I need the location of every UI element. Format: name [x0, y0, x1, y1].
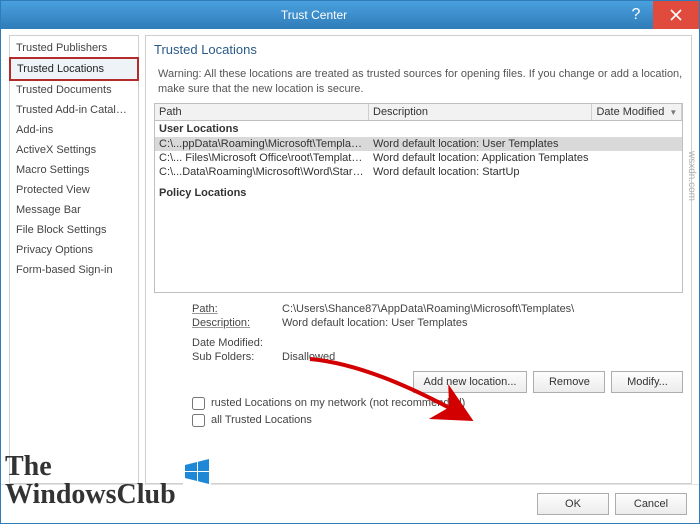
help-button[interactable]: ? [619, 4, 653, 26]
sidebar-item-form-based-signin[interactable]: Form-based Sign-in [10, 260, 138, 280]
detail-sub-value: Disallowed [282, 351, 335, 363]
watermark-line2: WindowsClub [5, 481, 176, 509]
windowsclub-logo-icon [183, 457, 211, 485]
cell-path: C:\...Data\Roaming\Microsoft\Word\Startu… [155, 165, 369, 179]
cell-date [592, 151, 682, 165]
titlebar: Trust Center ? [1, 1, 699, 29]
sidebar-item-message-bar[interactable]: Message Bar [10, 200, 138, 220]
cell-date [592, 165, 682, 179]
detail-desc-label: Description: [192, 317, 282, 329]
column-description[interactable]: Description [369, 104, 592, 120]
cell-path: C:\...ppData\Roaming\Microsoft\Templates… [155, 137, 369, 151]
cell-desc: Word default location: Application Templ… [369, 151, 592, 165]
sidebar: Trusted Publishers Trusted Locations Tru… [9, 35, 139, 484]
network-checkbox-row: rusted Locations on my network (not reco… [154, 397, 683, 410]
dialog-body: Trusted Publishers Trusted Locations Tru… [1, 29, 699, 484]
sidebar-item-privacy-options[interactable]: Privacy Options [10, 240, 138, 260]
watermark: The WindowsClub [3, 449, 178, 513]
cell-date [592, 137, 682, 151]
sidebar-item-trusted-locations[interactable]: Trusted Locations [9, 57, 139, 81]
cancel-button[interactable]: Cancel [615, 493, 687, 515]
sidebar-item-trusted-publishers[interactable]: Trusted Publishers [10, 38, 138, 58]
detail-date-label: Date Modified: [192, 337, 282, 349]
detail-path-value: C:\Users\Shance87\AppData\Roaming\Micros… [282, 303, 574, 315]
table-header: Path Description Date Modified ▼ [155, 104, 682, 121]
detail-sub-label: Sub Folders: [192, 351, 282, 363]
table-row[interactable]: C:\...ppData\Roaming\Microsoft\Templates… [155, 137, 682, 151]
sidebar-item-protected-view[interactable]: Protected View [10, 180, 138, 200]
detail-desc-value: Word default location: User Templates [282, 317, 467, 329]
add-new-location-button[interactable]: Add new location... [413, 371, 528, 393]
table-body: User Locations C:\...ppData\Roaming\Micr… [155, 121, 682, 292]
warning-text: Warning: All these locations are treated… [158, 67, 683, 97]
source-label: wsxdn.com [686, 151, 697, 201]
column-path[interactable]: Path [155, 104, 369, 120]
disable-all-label: all Trusted Locations [211, 414, 312, 426]
modify-button[interactable]: Modify... [611, 371, 683, 393]
trust-center-window: Trust Center ? Trusted Publishers Truste… [0, 0, 700, 524]
watermark-line1: The [5, 453, 176, 481]
disable-checkbox-row: all Trusted Locations [154, 414, 683, 427]
close-button[interactable] [653, 1, 699, 29]
locations-table: Path Description Date Modified ▼ User Lo… [154, 103, 683, 293]
sidebar-item-trusted-documents[interactable]: Trusted Documents [10, 80, 138, 100]
window-title: Trust Center [9, 8, 619, 22]
action-row: Add new location... Remove Modify... [154, 371, 683, 393]
table-row[interactable]: C:\... Files\Microsoft Office\root\Templ… [155, 151, 682, 165]
details-panel: Path: C:\Users\Shance87\AppData\Roaming\… [154, 303, 683, 365]
detail-path-label: Path: [192, 303, 282, 315]
cell-path: C:\... Files\Microsoft Office\root\Templ… [155, 151, 369, 165]
group-user-locations: User Locations [155, 121, 682, 137]
table-row[interactable]: C:\...Data\Roaming\Microsoft\Word\Startu… [155, 165, 682, 179]
cell-desc: Word default location: StartUp [369, 165, 592, 179]
sidebar-item-activex-settings[interactable]: ActiveX Settings [10, 140, 138, 160]
content-heading: Trusted Locations [154, 42, 683, 57]
sidebar-item-trusted-addin-catalogs[interactable]: Trusted Add-in Catalogs [10, 100, 138, 120]
cell-desc: Word default location: User Templates [369, 137, 592, 151]
close-icon [670, 9, 682, 21]
sort-down-icon: ▼ [669, 108, 677, 117]
content-panel: Trusted Locations Warning: All these loc… [145, 35, 692, 484]
allow-network-label: rusted Locations on my network (not reco… [211, 397, 465, 409]
remove-button[interactable]: Remove [533, 371, 605, 393]
disable-all-checkbox[interactable] [192, 414, 205, 427]
column-date-modified[interactable]: Date Modified ▼ [592, 104, 682, 120]
sidebar-item-macro-settings[interactable]: Macro Settings [10, 160, 138, 180]
ok-button[interactable]: OK [537, 493, 609, 515]
sidebar-item-file-block-settings[interactable]: File Block Settings [10, 220, 138, 240]
group-policy-locations: Policy Locations [155, 185, 682, 201]
allow-network-checkbox[interactable] [192, 397, 205, 410]
sidebar-item-addins[interactable]: Add-ins [10, 120, 138, 140]
column-date-label: Date Modified [596, 106, 664, 118]
